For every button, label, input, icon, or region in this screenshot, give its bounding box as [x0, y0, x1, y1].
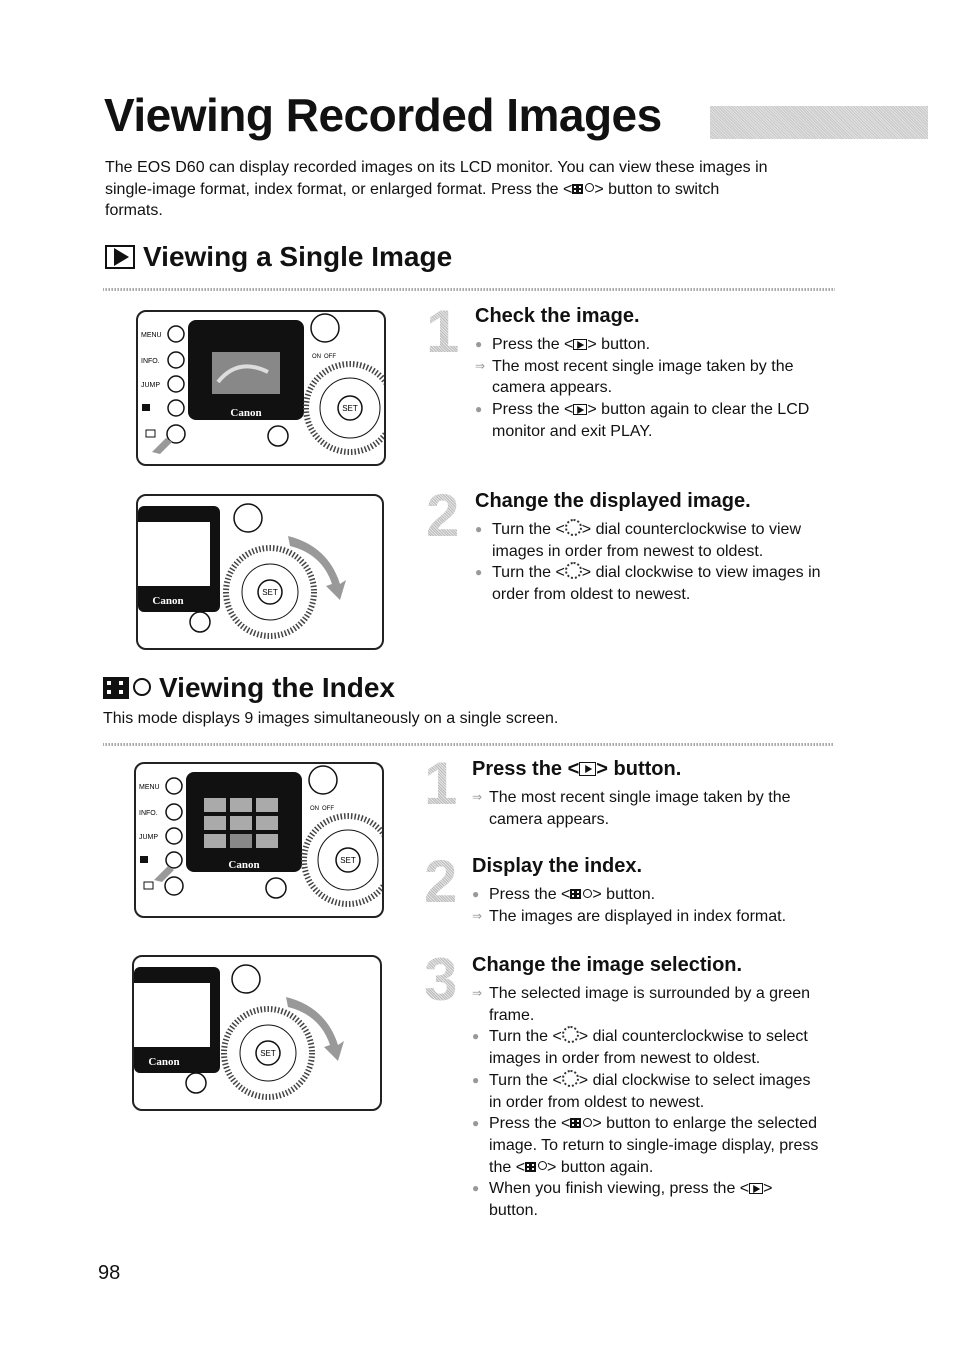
list-item: ● Press the < > button to enlarge the sele…: [472, 1115, 819, 1176]
section-divider: [103, 743, 833, 746]
step-title: Change the image selection.: [472, 954, 743, 976]
step-number: 1: [426, 298, 460, 365]
set-label: SET: [262, 588, 278, 597]
list-item: ⇒ The images are displayed in index forma…: [472, 907, 787, 925]
page-number: 98: [98, 1262, 121, 1284]
page-title: Viewing Recorded Images: [104, 89, 662, 141]
list-item: ⇒ The most recent single image taken by t…: [472, 789, 791, 828]
dial-icon: [564, 562, 582, 580]
playback-icon: [105, 245, 135, 269]
jump-label: JUMP: [139, 834, 158, 841]
index-magnify-icon: [572, 183, 595, 194]
step-index-2: Display the index. ● Press the < > button.…: [472, 855, 832, 927]
on-label: ON: [310, 806, 319, 812]
camera-dial-illustration-single: Canon SET: [136, 494, 384, 650]
on-label: ON: [312, 354, 321, 360]
step-single-1: Check the image. ● Press the < > button. ⇒…: [475, 305, 835, 443]
dial-icon: [561, 1069, 579, 1087]
camera-back-illustration-single: Canon MENU INFO. JUMP ON OFF SET: [136, 310, 386, 466]
set-label: SET: [342, 404, 358, 413]
section-divider: [103, 288, 835, 291]
dial-icon: [561, 1026, 579, 1044]
list-item: ⇒ The most recent single image taken by t…: [475, 357, 794, 397]
camera-back-drawing: Canon MENU INFO. JUMP ON OFF SET: [139, 765, 382, 907]
step-title: Check the image.: [475, 305, 640, 327]
playback-icon: [573, 339, 588, 350]
camera-dial-illustration-index: Canon SET: [132, 955, 382, 1111]
list-item: ⇒ The selected image is surrounded by a g…: [472, 985, 811, 1024]
section-subtitle: This mode displays 9 images simultaneous…: [103, 710, 559, 727]
off-label: OFF: [324, 354, 336, 360]
list-item: ● Turn the < > dial counterclockwise to se…: [472, 1026, 808, 1068]
playback-icon: [579, 762, 597, 776]
playback-icon: [573, 404, 588, 416]
camera-dial-drawing: Canon SET: [138, 503, 346, 639]
list-item: ● Press the < > button.: [475, 336, 651, 353]
step-index-1: Press the < > button. ⇒ The most recent si…: [472, 758, 832, 830]
intro-paragraph: The EOS D60 can display recorded images …: [105, 159, 768, 219]
menu-label: MENU: [141, 332, 162, 339]
lcd-brand-text: Canon: [152, 595, 183, 607]
set-label: SET: [340, 856, 356, 865]
playback-icon: [749, 1183, 764, 1195]
step-title: Press the < > button.: [472, 758, 682, 780]
step-title: Display the index.: [472, 855, 643, 877]
list-item: ● Turn the < > dial clockwise to select im…: [472, 1069, 811, 1111]
lcd-brand-text: Canon: [228, 859, 259, 871]
camera-back-drawing: Canon MENU INFO. JUMP ON OFF SET: [141, 313, 384, 455]
dial-icon: [564, 519, 582, 536]
index-magnify-icon: [570, 1117, 593, 1129]
info-label: INFO.: [141, 358, 160, 365]
step-number: 2: [426, 482, 460, 549]
list-item: ● Press the < > button again to clear the …: [475, 401, 810, 440]
lcd-brand-text: Canon: [230, 407, 261, 419]
info-label: INFO.: [139, 810, 158, 817]
camera-dial-drawing: Canon SET: [134, 964, 344, 1100]
index-magnify-icon: [570, 888, 593, 899]
index-magnify-icon: [103, 677, 151, 699]
lcd-brand-text: Canon: [148, 1056, 179, 1068]
off-label: OFF: [322, 806, 334, 812]
title-decorative-bar: [710, 106, 928, 139]
step-single-2: Change the displayed image. ● Turn the < >…: [475, 490, 835, 606]
list-item: ● Press the < > button.: [472, 886, 656, 903]
section-heading-single-image: Viewing a Single Image: [105, 241, 452, 273]
index-magnify-icon: [525, 1161, 548, 1172]
menu-label: MENU: [139, 784, 160, 791]
list-item: ● When you finish viewing, press the < > b…: [472, 1180, 773, 1220]
step-number: 3: [424, 946, 458, 1013]
step-index-3: Change the image selection. ⇒ The selecte…: [472, 954, 822, 1222]
rotation-arrow: [286, 997, 344, 1061]
camera-back-illustration-index: Canon MENU INFO. JUMP ON OFF SET: [134, 762, 384, 918]
list-item: ● Turn the < > dial counterclockwise to vi…: [475, 519, 801, 560]
step-title: Change the displayed image.: [475, 490, 751, 512]
step-number: 1: [424, 750, 458, 817]
section-heading-index: Viewing the Index: [103, 672, 395, 704]
set-label: SET: [260, 1049, 276, 1058]
list-item: ● Turn the < > dial clockwise to view imag…: [475, 562, 821, 604]
step-number: 2: [424, 848, 458, 915]
rotation-arrow: [288, 536, 346, 600]
jump-label: JUMP: [141, 382, 160, 389]
